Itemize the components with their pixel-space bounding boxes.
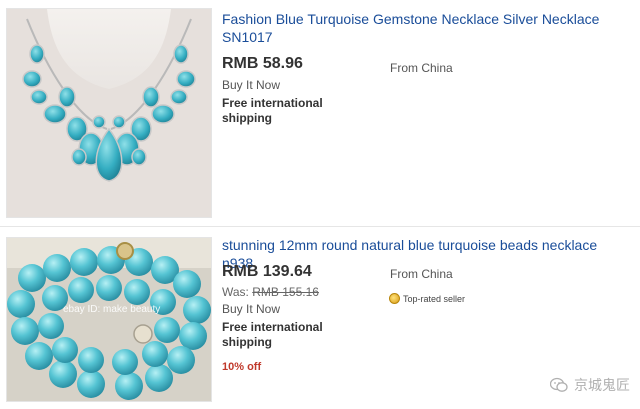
top-rated-label: Top-rated seller <box>403 293 466 304</box>
watermark-text: 京城鬼匠 <box>574 377 630 393</box>
discount-badge: 10% off <box>222 361 262 373</box>
top-rated-seller: Top-rated seller <box>389 293 465 304</box>
listing-title-link[interactable]: Fashion Blue Turquoise Gemstone Necklace… <box>222 10 620 46</box>
was-price: Was: RMB 155.16 <box>222 285 319 299</box>
shipping-info: Free international shipping <box>222 96 323 125</box>
top-rated-medal-icon <box>389 293 400 304</box>
wechat-watermark: 京城鬼匠 <box>550 375 630 395</box>
original-price: RMB 155.16 <box>252 285 319 299</box>
wechat-icon <box>550 377 568 392</box>
shipping-info: Free international shipping <box>222 320 323 349</box>
listing-item: ebay ID: make beauty stunning 12mm round… <box>0 226 640 409</box>
item-location: From China <box>390 267 453 281</box>
image-watermark-text: ebay ID: make beauty <box>63 304 160 315</box>
listing-item: Fashion Blue Turquoise Gemstone Necklace… <box>0 0 640 226</box>
listing-price: RMB 58.96 <box>222 55 303 72</box>
product-image-beads[interactable]: ebay ID: make beauty <box>6 237 212 402</box>
item-location: From China <box>390 61 453 75</box>
listing-price: RMB 139.64 <box>222 263 312 280</box>
buy-format-label: Buy It Now <box>222 302 281 316</box>
was-label: Was: <box>222 285 249 299</box>
product-image-necklace[interactable] <box>6 8 212 218</box>
buy-format-label: Buy It Now <box>222 78 281 92</box>
